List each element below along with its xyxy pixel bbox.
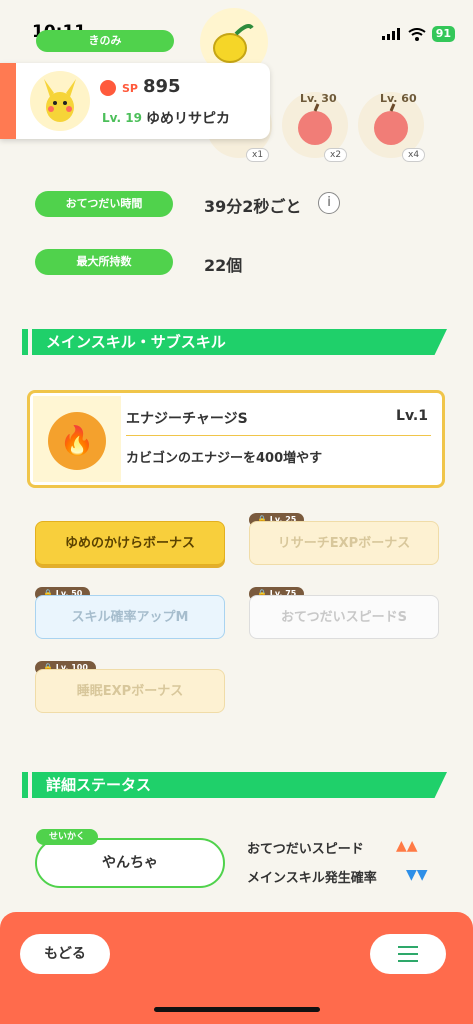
pokemon-summary-card[interactable]: SP 895 Lv. 19 ゆめリサピカ bbox=[0, 63, 270, 139]
nature-effect-down-label: メインスキル発生確率 bbox=[247, 871, 377, 886]
ingredient-qty-1: x1 bbox=[246, 148, 270, 162]
main-skill-card[interactable]: 🔥 エナジーチャージS Lv.1 カビゴンのエナジーを400増やす bbox=[27, 390, 445, 488]
max-carry-label: 最大所持数 bbox=[35, 249, 173, 275]
sub-skill-1[interactable]: ゆめのかけらボーナス bbox=[35, 521, 225, 565]
nature-effect-up-label: おてつだいスピード bbox=[247, 842, 364, 857]
pokemon-level: Lv. 19 bbox=[102, 111, 142, 125]
main-skill-name: エナジーチャージS bbox=[126, 411, 248, 427]
ingredient-qty-3: x4 bbox=[402, 148, 426, 162]
battery-indicator: 91 bbox=[431, 26, 455, 42]
help-time-value: 39分2秒ごと bbox=[204, 197, 302, 216]
section-tick bbox=[22, 772, 28, 798]
home-indicator[interactable] bbox=[154, 1007, 320, 1012]
main-skill-level: Lv.1 bbox=[396, 408, 428, 424]
ingredient-qty-2: x2 bbox=[324, 148, 348, 162]
pokemon-name: ゆめリサピカ bbox=[146, 111, 230, 127]
sp-label: SP bbox=[122, 82, 138, 95]
menu-button[interactable] bbox=[370, 934, 446, 974]
back-button[interactable]: もどる bbox=[20, 934, 110, 974]
nature-tag: せいかく bbox=[36, 829, 98, 845]
ingredient-lock-level-2: Lv. 30 bbox=[300, 92, 337, 105]
sp-icon bbox=[100, 80, 116, 96]
skills-section-header: メインスキル・サブスキル bbox=[22, 329, 447, 355]
sp-value: 895 bbox=[143, 76, 181, 97]
main-skill-description: カビゴンのエナジーを400増やす bbox=[126, 451, 323, 466]
flame-icon: 🔥 bbox=[48, 412, 106, 470]
sub-skill-5[interactable]: 睡眠EXPボーナス bbox=[35, 669, 225, 713]
effect-up-arrows: ▲▲ bbox=[396, 838, 418, 854]
status-icons: 91 bbox=[381, 26, 455, 42]
ingredient-lock-level-3: Lv. 60 bbox=[380, 92, 417, 105]
section-title: メインスキル・サブスキル bbox=[32, 329, 447, 355]
wifi-icon bbox=[408, 27, 426, 41]
max-carry-value: 22個 bbox=[204, 256, 243, 275]
info-icon[interactable]: i bbox=[318, 192, 340, 214]
help-time-label: おてつだい時間 bbox=[35, 191, 173, 217]
details-section-header: 詳細ステータス bbox=[22, 772, 447, 798]
card-accent bbox=[0, 63, 16, 139]
hamburger-icon bbox=[398, 946, 418, 962]
sub-skill-2[interactable]: リサーチEXPボーナス bbox=[249, 521, 439, 565]
section-tick bbox=[22, 329, 28, 355]
sub-skill-4[interactable]: おてつだいスピードS bbox=[249, 595, 439, 639]
effect-down-arrows: ▼▼ bbox=[406, 867, 428, 883]
section-title: 詳細ステータス bbox=[32, 772, 447, 798]
skill-divider bbox=[126, 435, 431, 436]
skill-icon-bg: 🔥 bbox=[33, 396, 121, 482]
nature-value[interactable]: やんちゃ bbox=[35, 838, 225, 888]
berry-header-label: きのみ bbox=[36, 30, 174, 52]
signal-icon bbox=[381, 28, 400, 40]
sub-skill-3[interactable]: スキル確率アップM bbox=[35, 595, 225, 639]
pokemon-avatar bbox=[30, 71, 90, 131]
